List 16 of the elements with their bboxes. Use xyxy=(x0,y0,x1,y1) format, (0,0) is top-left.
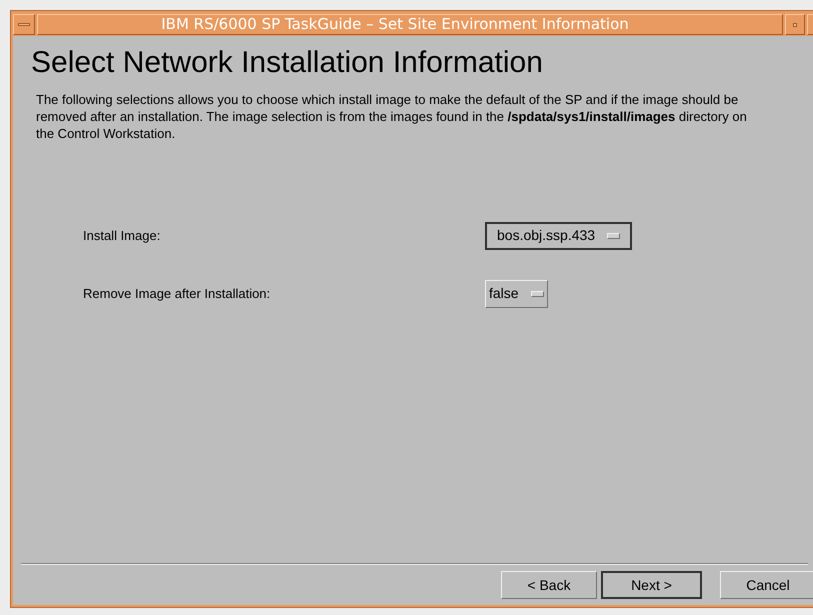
window-menu-button[interactable] xyxy=(13,14,35,35)
option-menu[interactable]: false xyxy=(485,280,548,308)
window-title: IBM RS/6000 SP TaskGuide – Set Site Environment Information xyxy=(37,14,783,35)
description-text: The following selections allows you to choose which install image to make the default of the SP and if the image should be removed after an installation. The image selection is from the images found in the /spdata/sys1/install/images directory on the Control Workstation. xyxy=(35,91,748,142)
dialog-button[interactable]: < Back xyxy=(501,571,597,599)
minimize-icon xyxy=(793,22,797,26)
minimize-button[interactable] xyxy=(785,14,805,35)
option-indicator-icon xyxy=(530,290,544,296)
menu-bar-icon xyxy=(18,23,30,26)
option-indicator-icon xyxy=(607,232,620,238)
field-label: Remove Image after Installation: xyxy=(82,284,272,303)
dialog-button[interactable]: Next > xyxy=(601,571,702,599)
page-heading: Select Network Installation Information xyxy=(30,45,544,80)
option-menu[interactable]: bos.obj.ssp.433 xyxy=(485,222,632,250)
field-label: Install Image: xyxy=(82,226,162,245)
dialog-button[interactable]: Cancel xyxy=(720,571,813,599)
